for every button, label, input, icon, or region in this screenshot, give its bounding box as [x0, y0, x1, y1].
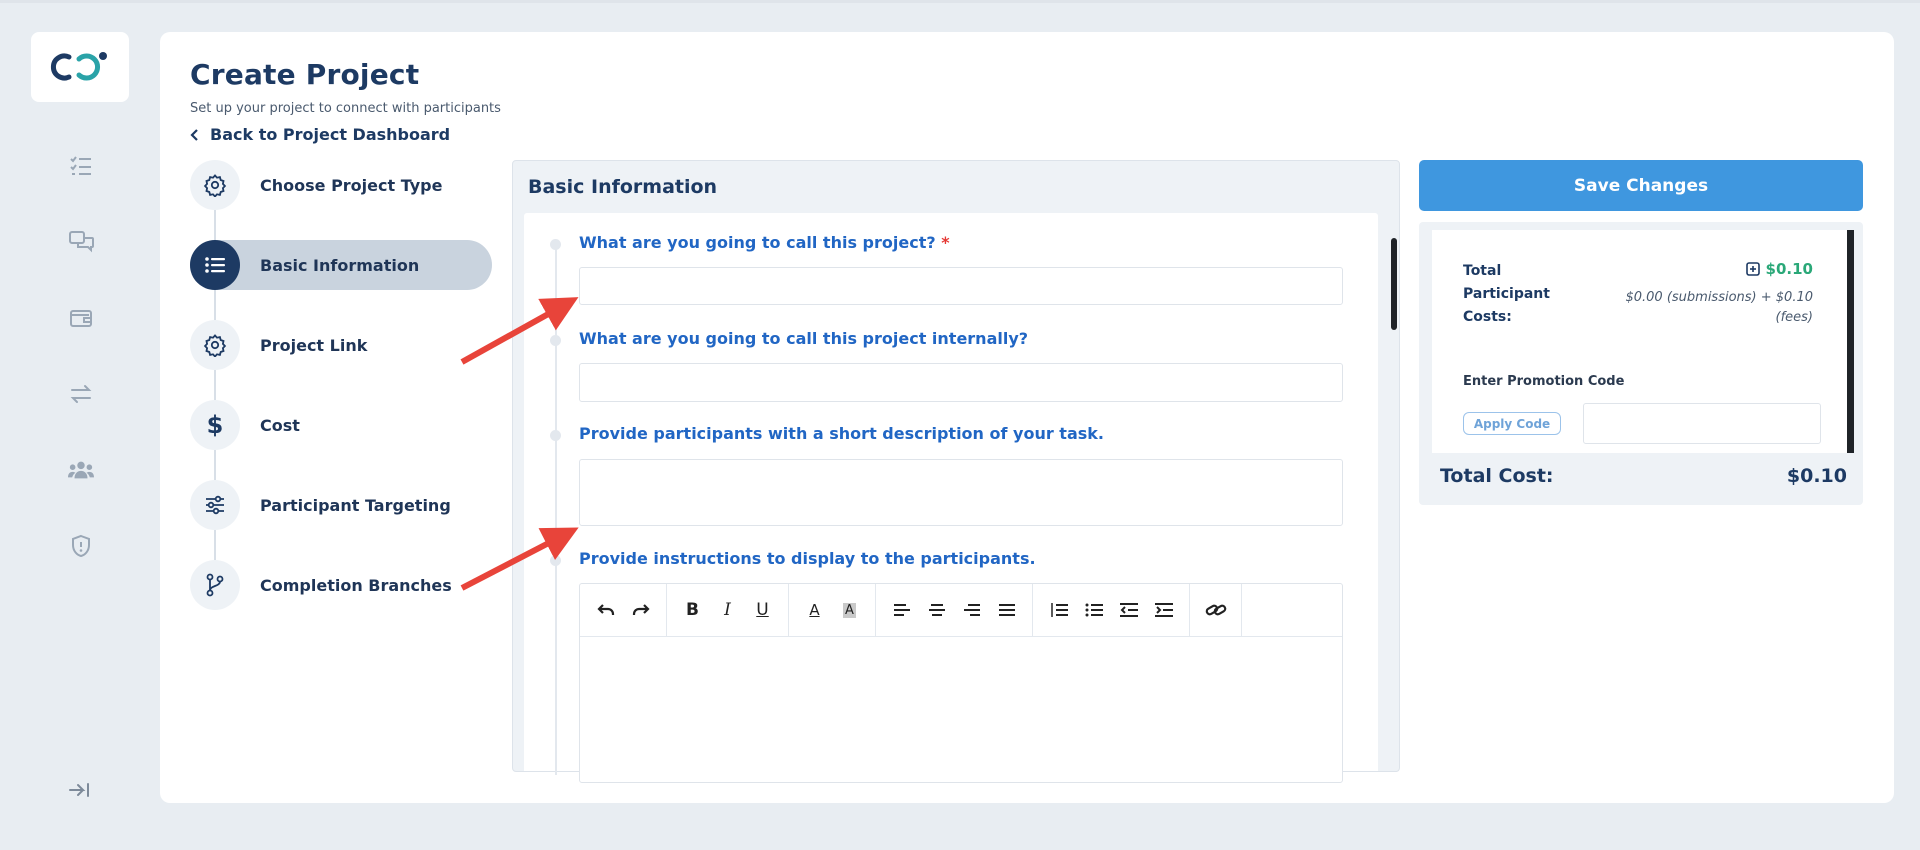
annotation-arrow-1 — [460, 297, 579, 365]
annotation-arrow-2 — [460, 527, 579, 591]
annotation-arrows — [460, 297, 579, 591]
